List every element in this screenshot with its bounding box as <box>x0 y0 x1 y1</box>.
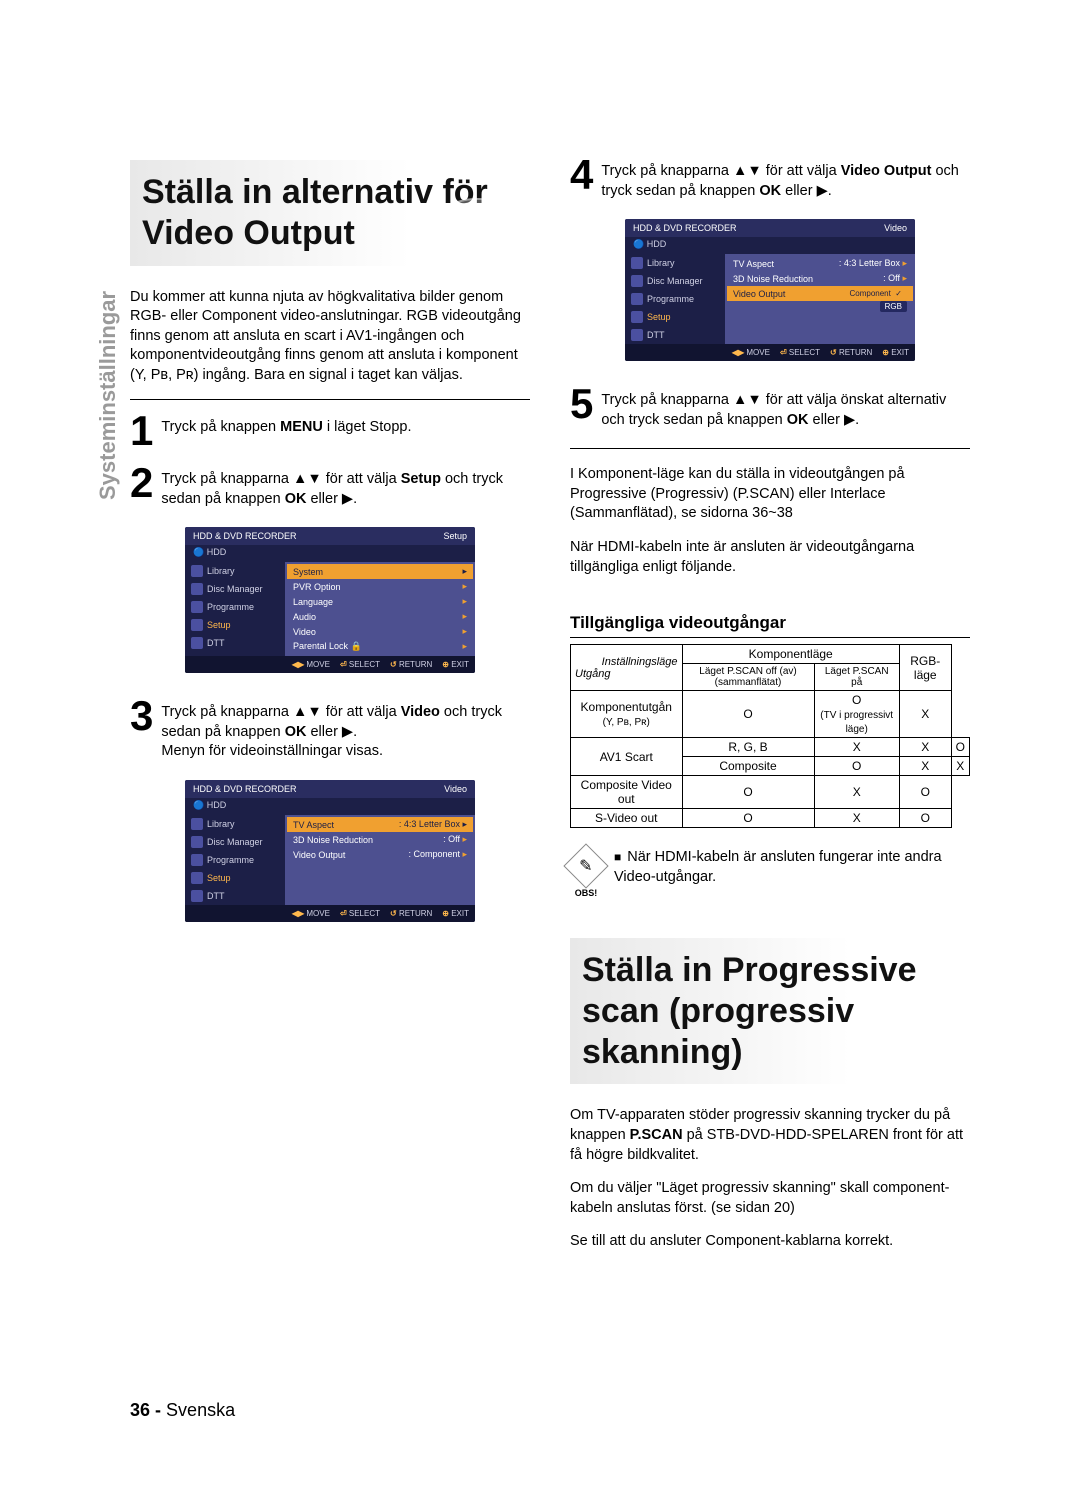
table-row: Komponentutgån(Y, Pʙ, Pʀ) O O(TV i progr… <box>571 691 970 738</box>
side-section-label: Systeminställningar <box>95 291 121 500</box>
separator <box>570 448 970 449</box>
table-row: Composite Video out O X O <box>571 776 970 809</box>
title-text: Ställa in Progressive scan (progressiv s… <box>582 950 954 1072</box>
step-number: 3 <box>130 697 153 735</box>
page-footer: 36 - Svenska <box>130 1400 235 1421</box>
step-number: 2 <box>130 464 153 502</box>
step-4: 4 Tryck på knapparna ▲▼ för att välja Vi… <box>570 160 970 201</box>
intro-paragraph: Du kommer att kunna njuta av högkvalitat… <box>130 288 530 386</box>
step-number: 4 <box>570 156 593 194</box>
right-column: 4 Tryck på knapparna ▲▼ för att välja Vi… <box>570 160 970 1266</box>
step-number: 1 <box>130 412 153 450</box>
step-5: 5 Tryck på knapparna ▲▼ för att välja ön… <box>570 389 970 430</box>
step-1: 1 Tryck på knappen MENU i läget Stopp. <box>130 416 530 450</box>
note-hdmi-connected: ✎ OBS! ■När HDMI-kabeln är ansluten fung… <box>570 848 970 898</box>
table-row: S-Video out O X O <box>571 809 970 828</box>
step-number: 5 <box>570 385 593 423</box>
step-2: 2 Tryck på knapparna ▲▼ för att välja Se… <box>130 468 530 509</box>
bullet-icon: ■ <box>614 850 621 864</box>
step-text: Tryck på knapparna ▲▼ för att välja önsk… <box>601 391 970 430</box>
osd-screenshot-setup: HDD & DVD RECORDERSetup 🔵 HDD LibraryDis… <box>185 527 475 673</box>
step-3: 3 Tryck på knapparna ▲▼ för att välja Vi… <box>130 701 530 762</box>
pscan-intro-paragraph: Om TV-apparaten stöder progressiv skanni… <box>570 1106 970 1165</box>
available-outputs-heading: Tillgängliga videoutgångar <box>570 613 970 638</box>
obs-label: OBS! <box>571 888 601 898</box>
step-text: Tryck på knapparna ▲▼ för att välja Setu… <box>161 470 530 509</box>
step-text: Tryck på knapparna ▲▼ för att välja Vide… <box>601 162 970 201</box>
pscan-connect-paragraph: Se till att du ansluter Component-kablar… <box>570 1232 970 1252</box>
component-mode-paragraph: I Komponent-läge kan du ställa in videou… <box>570 465 970 524</box>
hdmi-disconnected-paragraph: När HDMI-kabeln inte är ansluten är vide… <box>570 538 970 577</box>
step-text: Tryck på knapparna ▲▼ för att välja Vide… <box>161 703 530 762</box>
title-text: Ställa in alternativ för Video Output <box>142 172 514 254</box>
table-row: AV1 Scart R, G, B X X O <box>571 738 970 757</box>
outputs-table: Inställningsläge Utgång Komponentläge RG… <box>570 644 970 828</box>
title-video-output: Ställa in alternativ för Video Output <box>130 160 530 266</box>
title-progressive-scan: Ställa in Progressive scan (progressiv s… <box>570 938 970 1084</box>
pscan-cable-paragraph: Om du väljer "Läget progressiv skanning"… <box>570 1179 970 1218</box>
step-text: Tryck på knappen MENU i läget Stopp. <box>161 418 411 438</box>
osd-screenshot-video-output-dropdown: HDD & DVD RECORDERVideo 🔵 HDD LibraryDis… <box>625 219 915 361</box>
available-outputs-section: Tillgängliga videoutgångar Inställningsl… <box>570 613 970 828</box>
separator <box>130 399 530 400</box>
note-icon: ✎ <box>563 843 608 888</box>
osd-screenshot-video: HDD & DVD RECORDERVideo 🔵 HDD LibraryDis… <box>185 780 475 922</box>
left-column: Ställa in alternativ för Video Output Du… <box>130 160 530 1266</box>
